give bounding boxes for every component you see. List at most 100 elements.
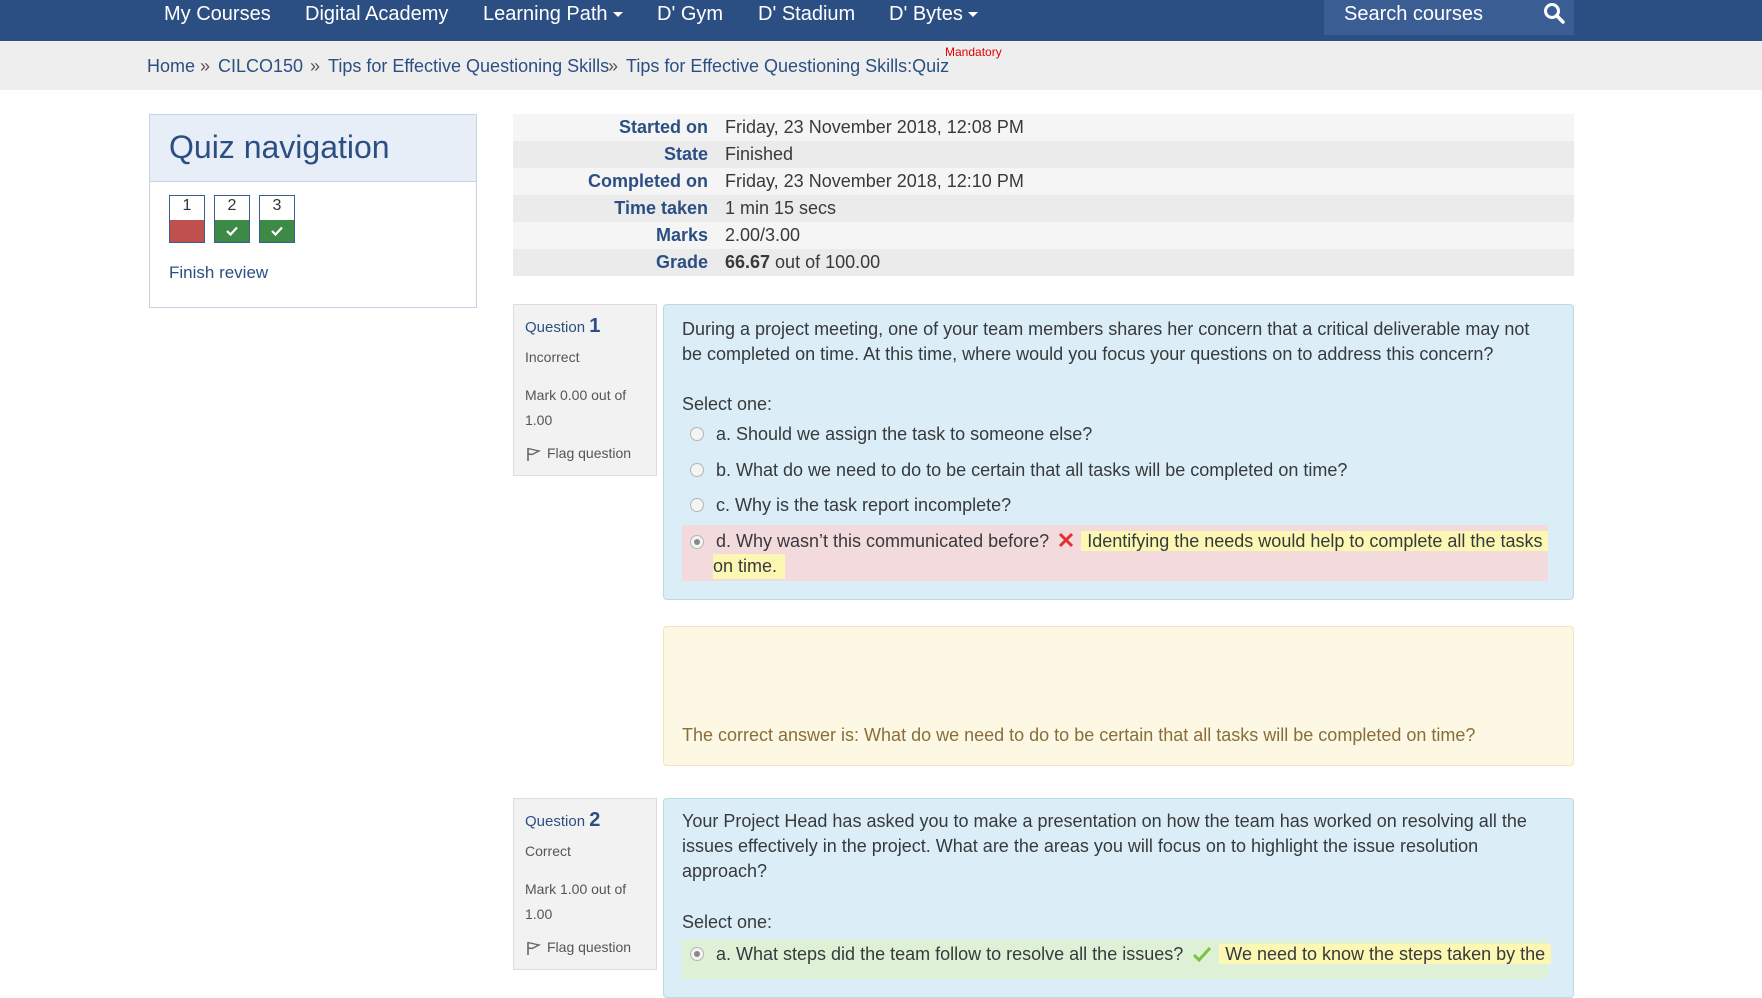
incorrect-status-bar (170, 220, 204, 242)
summary-row-started: Started on Friday, 23 November 2018, 12:… (513, 114, 1574, 141)
question-text: During a project meeting, one of your te… (682, 319, 1530, 364)
nav-d-bytes-label: D' Bytes (889, 3, 963, 25)
grade-score: 66.67 (725, 252, 771, 272)
select-one-label: Select one: (682, 394, 773, 414)
correct-status-bar (215, 220, 249, 242)
answer-label-text: d. Why wasn’t this communicated before? (716, 531, 1050, 551)
summary-label: Completed on (588, 171, 708, 191)
check-icon (271, 226, 283, 237)
quiz-nav-button-3[interactable]: 3 (259, 195, 295, 243)
summary-row-grade: Grade 66.67 out of 100.00 (513, 249, 1574, 276)
summary-value: Finished (725, 144, 794, 164)
answer-label: c. Why is the task report incomplete? (716, 495, 1012, 515)
breadcrumb-course[interactable]: CILCO150 (218, 56, 303, 77)
question-state: Incorrect (525, 349, 580, 365)
right-answer: The correct answer is: What do we need t… (682, 725, 1476, 745)
answer-feedback-continued: on time. (713, 554, 786, 579)
question-1-outcome: The correct answer is: What do we need t… (663, 626, 1574, 766)
nav-learning-path-label: Learning Path (483, 3, 608, 25)
quiz-navigation-block: Quiz navigation 1 2 3 Finish review (149, 114, 477, 308)
answer-feedback: Identifying the needs would help to comp… (1081, 531, 1549, 551)
flag-question-link[interactable]: Flag question (525, 939, 631, 956)
check-icon (226, 226, 238, 237)
nav-learning-path[interactable]: Learning Path (483, 0, 623, 28)
breadcrumb-lesson[interactable]: Tips for Effective Questioning Skills (328, 56, 609, 77)
answer-option-d[interactable]: d. Why wasn’t this communicated before? … (682, 525, 1549, 581)
answer-option-a[interactable]: a. What steps did the team follow to res… (682, 939, 1552, 979)
attempt-summary-table: Started on Friday, 23 November 2018, 12:… (513, 114, 1574, 276)
answer-radio-selected[interactable] (690, 535, 704, 549)
answer-option-b[interactable]: b. What do we need to do to be certain t… (682, 458, 1548, 483)
search-input[interactable] (1324, 0, 1534, 28)
breadcrumb-separator: » (200, 56, 211, 76)
quiz-nav-button-2[interactable]: 2 (214, 195, 250, 243)
cross-icon (1059, 532, 1074, 548)
answer-radio[interactable] (690, 463, 704, 477)
nav-my-courses[interactable]: My Courses (164, 0, 271, 28)
flag-question-label: Flag question (547, 445, 632, 461)
flag-question-link[interactable]: Flag question (525, 445, 631, 462)
flag-icon (527, 448, 542, 462)
question-number: Question 1 (525, 315, 600, 338)
summary-label: Marks (655, 225, 708, 245)
question-number-value: 1 (589, 315, 601, 337)
question-prefix: Question (525, 813, 586, 830)
summary-label: Grade (655, 252, 708, 272)
quiz-nav-button-number: 3 (272, 197, 282, 214)
quiz-nav-button-number: 2 (227, 197, 237, 214)
search-button[interactable] (1534, 0, 1574, 30)
finish-review-link[interactable]: Finish review (169, 263, 268, 283)
chevron-down-icon (612, 12, 623, 18)
nav-digital-academy-label: Digital Academy (305, 3, 449, 25)
grade-out-of: out of 100.00 (770, 252, 881, 272)
chevron-down-icon (967, 12, 978, 18)
breadcrumb-separator: » (310, 56, 321, 76)
nav-d-stadium[interactable]: D' Stadium (758, 0, 855, 28)
question-text: Your Project Head has asked you to make … (682, 811, 1527, 881)
question-2-content: Your Project Head has asked you to make … (663, 798, 1574, 998)
summary-value: Friday, 23 November 2018, 12:08 PM (725, 117, 1024, 137)
answer-radio[interactable] (690, 427, 704, 441)
question-number-value: 2 (589, 809, 601, 831)
search-icon (1544, 3, 1565, 24)
question-prefix: Question (525, 319, 586, 336)
summary-row-time-taken: Time taken 1 min 15 secs (513, 195, 1574, 222)
summary-label: Time taken (614, 198, 708, 218)
breadcrumb-home[interactable]: Home (147, 56, 195, 77)
answer-label: b. What do we need to do to be certain t… (716, 460, 1348, 480)
select-one-label: Select one: (682, 912, 773, 932)
summary-value: 1 min 15 secs (725, 198, 837, 218)
flag-icon (527, 942, 542, 956)
nav-d-gym[interactable]: D' Gym (657, 0, 723, 28)
nav-d-bytes[interactable]: D' Bytes (889, 0, 978, 28)
summary-value: Friday, 23 November 2018, 12:10 PM (725, 171, 1024, 191)
answer-label: a. What steps did the team follow to res… (716, 942, 1552, 967)
mandatory-badge: Mandatory (945, 45, 1002, 59)
nav-digital-academy[interactable]: Digital Academy (305, 0, 448, 28)
question-state: Correct (525, 843, 571, 859)
question-2-info: Question 2 Correct Mark 1.00 out of 1.00… (513, 798, 657, 970)
answer-label-text: a. What steps did the team follow to res… (716, 944, 1184, 964)
quiz-nav-button-1[interactable]: 1 (169, 195, 205, 243)
question-1-info: Question 1 Incorrect Mark 0.00 out of 1.… (513, 304, 657, 476)
breadcrumb-quiz[interactable]: Tips for Effective Questioning Skills:Qu… (626, 56, 949, 77)
summary-row-state: State Finished (513, 141, 1574, 168)
top-navbar: My Courses Digital Academy Learning Path… (0, 0, 1762, 41)
quiz-navigation-title: Quiz navigation (169, 129, 390, 165)
breadcrumb-separator: » (608, 56, 619, 76)
answer-label: a. Should we assign the task to someone … (716, 424, 1093, 444)
question-1-content: During a project meeting, one of your te… (663, 304, 1574, 600)
nav-d-stadium-label: D' Stadium (758, 3, 856, 25)
summary-value: 2.00/3.00 (725, 225, 801, 245)
question-mark: Mark 1.00 out of 1.00 (525, 881, 627, 922)
quiz-nav-button-number: 1 (182, 197, 192, 214)
answer-feedback: We need to know the steps taken by the (1219, 944, 1552, 964)
answer-option-c[interactable]: c. Why is the task report incomplete? (682, 493, 1548, 518)
question-number: Question 2 (525, 809, 600, 832)
question-mark: Mark 0.00 out of 1.00 (525, 387, 627, 428)
answer-option-a[interactable]: a. Should we assign the task to someone … (682, 422, 1548, 447)
answer-radio[interactable] (690, 498, 704, 512)
nav-my-courses-label: My Courses (164, 3, 271, 25)
summary-value: 66.67 out of 100.00 (725, 252, 880, 273)
answer-radio-selected[interactable] (690, 947, 704, 961)
